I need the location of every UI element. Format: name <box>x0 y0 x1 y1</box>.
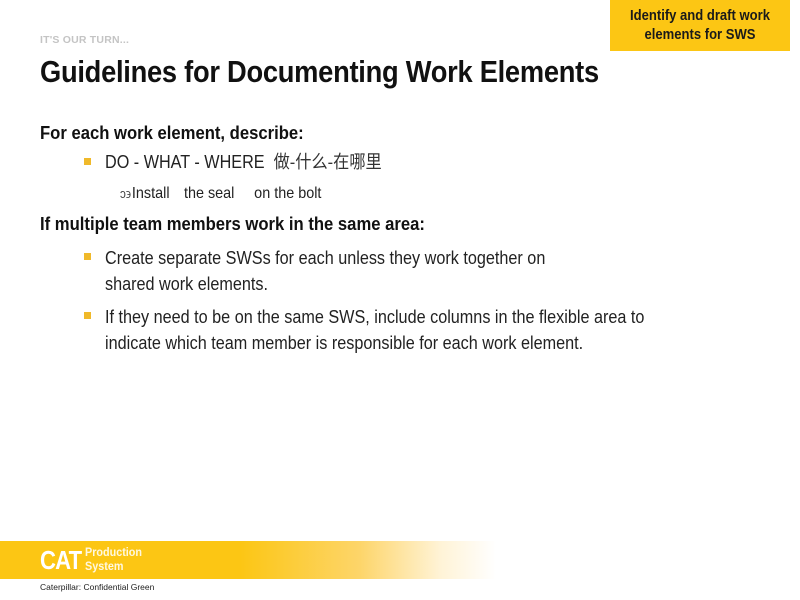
slide-title: Guidelines for Documenting Work Elements <box>40 54 599 89</box>
bullet-do-what-where: DO - WHAT - WHERE 做-什么-在哪里 <box>105 149 382 176</box>
logo-line-1: Production <box>85 545 142 559</box>
example-where: on the bolt <box>254 185 322 202</box>
bullet-same-sws: If they need to be on the same SWS, incl… <box>105 304 644 356</box>
logo-line-2: System <box>85 559 124 573</box>
sub-bullet-example: ↄ϶Install the seal on the bolt <box>120 185 321 203</box>
section-heading-describe: For each work element, describe: <box>40 122 304 143</box>
badge-line-1: Identify and draft work <box>630 7 770 24</box>
bullet-square-icon <box>84 312 91 319</box>
bullet-text: DO - WHAT - WHERE <box>105 152 265 172</box>
cat-production-system-logo: CAT Production System <box>40 544 142 576</box>
bullet-line: Create separate SWSs for each unless the… <box>105 248 546 268</box>
cat-logo-mark: CAT <box>40 544 82 575</box>
example-what: the seal <box>183 185 235 202</box>
sub-bullet-glyph-icon: ↄ϶ <box>120 186 132 201</box>
bullet-line: indicate which team member is responsibl… <box>105 333 584 353</box>
badge-line-2: elements for SWS <box>644 26 756 43</box>
example-do: Install <box>131 185 170 202</box>
bullet-line: If they need to be on the same SWS, incl… <box>105 307 645 327</box>
bullet-cjk-text: 做-什么-在哪里 <box>273 152 382 173</box>
bullet-square-icon <box>84 253 91 260</box>
topic-badge: Identify and draft work elements for SWS <box>610 0 790 51</box>
section-heading-multiple-members: If multiple team members work in the sam… <box>40 213 425 234</box>
confidentiality-label: Caterpillar: Confidential Green <box>40 582 155 592</box>
bullet-separate-sws: Create separate SWSs for each unless the… <box>105 245 545 297</box>
bullet-square-icon <box>84 158 91 165</box>
logo-wordmark: Production System <box>85 545 142 573</box>
kicker-label: IT'S OUR TURN... <box>40 34 130 46</box>
bullet-line: shared work elements. <box>105 274 268 294</box>
